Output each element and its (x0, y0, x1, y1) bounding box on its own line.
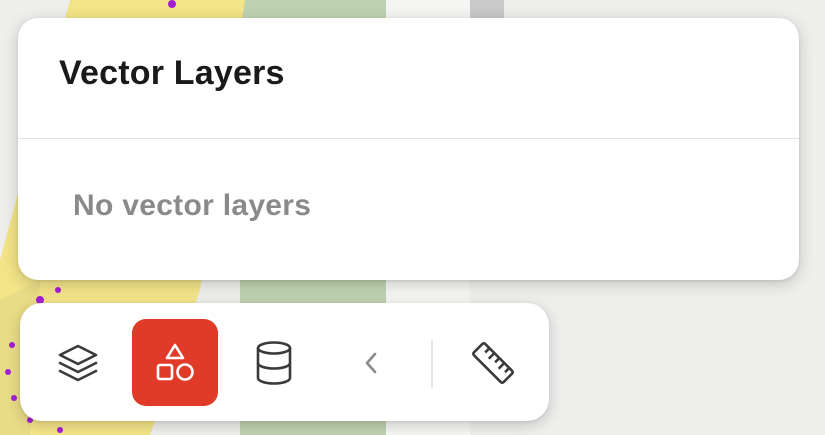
measure-button[interactable] (468, 331, 518, 395)
map-toolbar (20, 303, 549, 421)
vector-layers-panel: Vector Layers No vector layers (18, 18, 799, 280)
empty-state-message: No vector layers (73, 189, 312, 222)
panel-header: Vector Layers (18, 18, 799, 139)
layers-button[interactable] (52, 331, 104, 395)
panel-title: Vector Layers (59, 53, 285, 92)
toolbar-divider (431, 340, 433, 388)
shapes-icon (156, 343, 194, 381)
ruler-icon (472, 342, 514, 384)
map-building (470, 0, 504, 18)
panel-body: No vector layers (18, 139, 799, 223)
vector-layers-button[interactable] (132, 319, 218, 406)
collapse-toolbar-button[interactable] (356, 339, 386, 387)
database-button[interactable] (246, 331, 302, 395)
layers-icon (58, 344, 98, 382)
chevron-left-icon (365, 352, 377, 374)
database-icon (256, 341, 292, 385)
